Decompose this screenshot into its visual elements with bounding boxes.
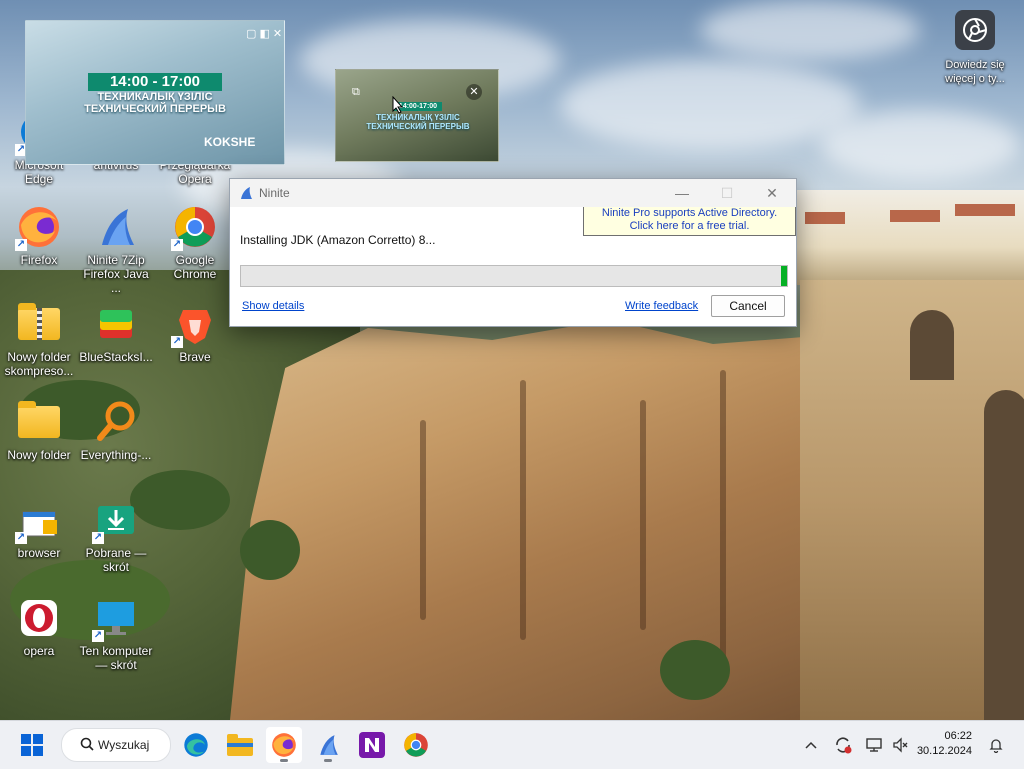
zip-folder-icon	[17, 302, 61, 346]
clock-time: 06:22	[944, 730, 972, 742]
desktop-icon-label: Everything-...	[80, 448, 152, 462]
learn-more-label: Dowiedz się więcej o ty...	[945, 59, 1005, 85]
learn-more-shortcut[interactable]: Dowiedz się więcej o ty...	[936, 10, 1014, 86]
search-input[interactable]: Wyszukaj	[61, 728, 171, 762]
close-button[interactable]: ✕	[749, 179, 795, 207]
desktop-icon-firefox[interactable]: ↗ Firefox	[1, 205, 77, 267]
notification-bell-icon[interactable]	[984, 721, 1008, 769]
desktop-icon-label: Nowy folder skompreso...	[4, 350, 74, 378]
desktop-icon-opera[interactable]: opera	[1, 596, 77, 658]
desktop-icon-browser[interactable]: ↗ browser	[1, 498, 77, 560]
video-line-2: ТЕХНИЧЕСКИЙ ПЕРЕРЫВ	[84, 103, 226, 115]
mouse-cursor-icon	[392, 95, 404, 117]
desktop-icon-pobrane[interactable]: ↗ Pobrane — skrót	[78, 498, 154, 574]
onenote-icon	[359, 732, 385, 758]
video-controls-icon[interactable]: ▢ ◧ ✕	[246, 27, 282, 40]
chevron-up-icon[interactable]	[800, 721, 822, 769]
desktop-icon-ten-komputer[interactable]: ↗ Ten komputer — skrót	[78, 596, 154, 672]
video-time-banner: 14:00 - 17:00	[88, 73, 222, 91]
title-bar[interactable]: Ninite — ☐ ✕	[230, 179, 796, 207]
brave-icon: ↗	[171, 302, 217, 348]
clock-date: 30.12.2024	[916, 745, 972, 757]
taskbar-onenote[interactable]	[354, 727, 390, 763]
network-icon[interactable]	[862, 721, 888, 769]
edge-icon	[184, 733, 208, 757]
taskbar-file-explorer[interactable]	[222, 727, 258, 763]
system-clock[interactable]: 06:22 30.12.2024	[912, 729, 972, 759]
volume-muted-icon[interactable]	[888, 721, 912, 769]
promo-line-2: Click here for a free trial.	[629, 220, 750, 232]
promo-banner[interactable]: Ninite Pro supports Active Directory. Cl…	[583, 207, 796, 236]
active-indicator	[280, 759, 288, 762]
windows-icon	[21, 734, 43, 756]
monitor-icon: ↗	[92, 596, 138, 642]
desktop-icon-label: opera	[23, 644, 55, 658]
video-line-2-small: ТЕХНИЧЕСКИЙ ПЕРЕРЫВ	[366, 122, 470, 131]
desktop-icon-new-folder[interactable]: Nowy folder	[1, 400, 77, 462]
ninite-icon	[320, 735, 338, 755]
close-icon[interactable]: ✕	[466, 84, 482, 100]
ninite-icon	[239, 186, 253, 200]
write-feedback-link[interactable]: Write feedback	[625, 300, 698, 312]
taskbar: Wyszukaj 06:22 30.12.2024	[0, 720, 1024, 769]
taskbar-edge[interactable]	[178, 727, 214, 763]
chrome-icon	[404, 733, 428, 757]
folder-icon	[227, 734, 253, 756]
active-indicator	[324, 759, 332, 762]
video-line-1: ТЕХНИКАЛЫҚ ҮЗІЛІС	[97, 91, 213, 103]
pip-icon[interactable]: ⧉	[352, 86, 360, 99]
folder-icon	[17, 400, 61, 444]
taskbar-firefox[interactable]	[266, 727, 302, 763]
taskbar-ninite[interactable]	[310, 727, 346, 763]
desktop-icon-brave[interactable]: ↗ Brave	[157, 302, 233, 364]
video-logo: KOKSHE	[204, 135, 256, 149]
desktop-icon-label: BlueStacksI...	[79, 350, 153, 364]
firefox-icon: ↗	[15, 205, 61, 251]
desktop-icon-label: Brave	[179, 350, 211, 364]
video-thumbnail-small[interactable]: ⧉ ✕ 14:00-17:00 ТЕХНИКАЛЫҚ ҮЗІЛІС ТЕХНИЧ…	[335, 69, 499, 162]
magnifier-icon	[94, 400, 138, 444]
bluestacks-icon	[94, 302, 138, 346]
desktop-icon-label: browser	[17, 546, 61, 560]
start-button[interactable]	[14, 727, 50, 763]
minimize-button[interactable]: —	[659, 179, 705, 207]
progress-bar	[240, 265, 788, 287]
desktop-icon-label: Nowy folder	[7, 448, 71, 462]
chrome-icon: ↗	[171, 205, 217, 251]
ninite-window: Ninite — ☐ ✕ Ninite Pro supports Active …	[229, 178, 797, 327]
install-status: Installing JDK (Amazon Corretto) 8...	[240, 233, 436, 247]
desktop-icon-label: Pobrane — skrót	[85, 546, 147, 574]
desktop-icon-ninite[interactable]: Ninite 7Zip Firefox Java ...	[78, 205, 154, 295]
video-line-1-small: ТЕХНИКАЛЫҚ ҮЗІЛІС	[376, 113, 460, 122]
cancel-button[interactable]: Cancel	[711, 295, 785, 317]
desktop-icon-everything[interactable]: Everything-...	[78, 400, 154, 462]
app-window-icon: ↗	[15, 498, 61, 544]
promo-line-1: Ninite Pro supports Active Directory.	[601, 207, 778, 219]
download-icon: ↗	[92, 498, 138, 544]
window-title: Ninite	[259, 186, 290, 200]
update-icon[interactable]	[830, 721, 856, 769]
desktop-icon-label: Firefox	[20, 253, 58, 267]
desktop-icon-label: Google Chrome	[173, 253, 217, 281]
camera-icon	[955, 10, 995, 50]
show-details-link[interactable]: Show details	[242, 300, 304, 312]
search-icon	[80, 737, 94, 754]
maximize-button[interactable]: ☐	[704, 179, 750, 207]
progress-fill	[781, 266, 787, 286]
taskbar-chrome[interactable]	[398, 727, 434, 763]
ninite-icon	[94, 205, 138, 249]
search-label: Wyszukaj	[98, 738, 150, 752]
desktop-icon-label: Ninite 7Zip Firefox Java ...	[83, 253, 149, 295]
desktop-icon-zip-folder[interactable]: Nowy folder skompreso...	[1, 302, 77, 378]
desktop-icon-label: Ten komputer — skrót	[79, 644, 153, 672]
desktop-icon-chrome[interactable]: ↗ Google Chrome	[157, 205, 233, 281]
firefox-icon	[272, 733, 296, 757]
desktop-icon-bluestacks[interactable]: BlueStacksI...	[78, 302, 154, 364]
video-thumbnail-large[interactable]: ▢ ◧ ✕ 14:00 - 17:00 ТЕХНИКАЛЫҚ ҮЗІЛІС ТЕ…	[25, 20, 285, 165]
opera-icon	[17, 596, 61, 640]
